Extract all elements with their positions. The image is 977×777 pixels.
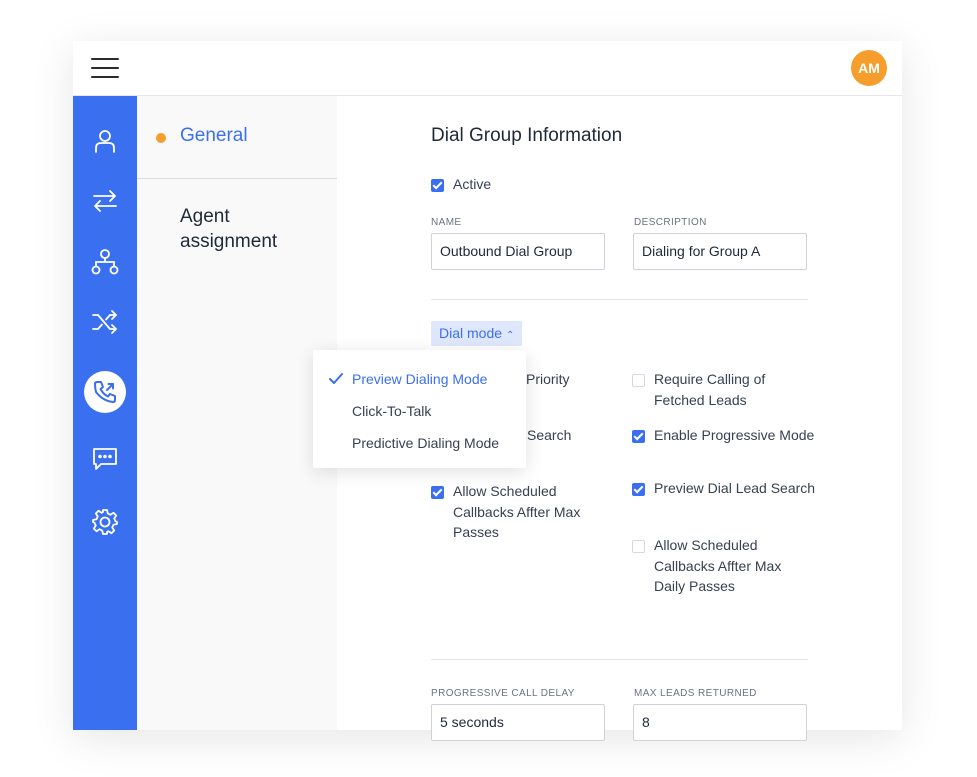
allow-callbacks-max-passes-label: Allow Scheduled Callbacks Affter Max Pas… xyxy=(453,483,581,540)
subnav-item-general[interactable]: General xyxy=(137,96,337,179)
allow-callbacks-daily-passes-label: Allow Scheduled Callbacks Affter Max Dai… xyxy=(654,537,782,594)
max-leads-returned-input[interactable]: 8 xyxy=(633,704,807,741)
chat-icon[interactable] xyxy=(87,441,123,477)
preview-dial-lead-search-checkbox[interactable] xyxy=(632,483,645,496)
name-input[interactable]: Outbound Dial Group xyxy=(431,233,605,270)
shuffle-icon[interactable] xyxy=(87,304,123,340)
name-label: NAME xyxy=(431,217,462,228)
sidebar xyxy=(73,96,137,730)
active-checkbox[interactable] xyxy=(431,179,444,192)
checkmark-icon xyxy=(329,373,343,384)
allow-callbacks-daily-passes-checkbox[interactable] xyxy=(632,540,645,553)
user-icon[interactable] xyxy=(87,123,123,159)
allow-callbacks-max-passes-checkbox[interactable] xyxy=(431,486,444,499)
active-indicator-dot xyxy=(156,133,166,143)
menu-item-preview-dialing-mode[interactable]: Preview Dialing Mode xyxy=(352,371,487,387)
phone-call-icon[interactable] xyxy=(84,371,126,413)
dial-mode-dropdown-button[interactable]: Dial mode ⌃ xyxy=(431,321,523,346)
divider xyxy=(431,299,808,300)
enable-progressive-label: Enable Progressive Mode xyxy=(654,427,815,443)
avatar[interactable]: AM xyxy=(851,50,887,86)
dial-mode-label: Dial mode xyxy=(439,325,503,341)
progressive-call-delay-input[interactable]: 5 seconds xyxy=(431,704,605,741)
option-search-label: Search xyxy=(527,427,572,443)
description-label: DESCRIPTION xyxy=(634,217,707,228)
top-bar: AM xyxy=(73,41,902,96)
description-input[interactable]: Dialing for Group A xyxy=(633,233,807,270)
preview-dial-lead-search-label: Preview Dial Lead Search xyxy=(654,480,816,496)
require-calling-checkbox[interactable] xyxy=(632,374,645,387)
enable-progressive-checkbox[interactable] xyxy=(632,430,645,443)
progressive-call-delay-label: PROGRESSIVE CALL DELAY xyxy=(431,688,575,699)
active-label: Active xyxy=(453,176,492,192)
option-priority-label: Priority xyxy=(526,371,570,387)
subnav-item-label: Agent assignment xyxy=(180,206,278,252)
section-title: Dial Group Information xyxy=(431,125,623,146)
menu-item-click-to-talk[interactable]: Click-To-Talk xyxy=(352,403,431,419)
hamburger-menu-icon[interactable] xyxy=(91,57,119,79)
require-calling-label: Require Calling of Fetched Leads xyxy=(654,371,766,408)
settings-icon[interactable] xyxy=(87,504,123,540)
transfer-arrows-icon[interactable] xyxy=(87,183,123,219)
chevron-up-icon: ⌃ xyxy=(506,330,515,341)
section-nav: General Agent assignment xyxy=(137,96,337,730)
divider xyxy=(431,659,808,660)
menu-item-predictive-dialing-mode[interactable]: Predictive Dialing Mode xyxy=(352,435,499,451)
max-leads-returned-label: MAX LEADS RETURNED xyxy=(634,688,757,699)
subnav-item-label: General xyxy=(180,125,248,146)
dial-mode-menu: Preview Dialing Mode Click-To-Talk Predi… xyxy=(313,350,526,468)
hierarchy-icon[interactable] xyxy=(87,244,123,280)
